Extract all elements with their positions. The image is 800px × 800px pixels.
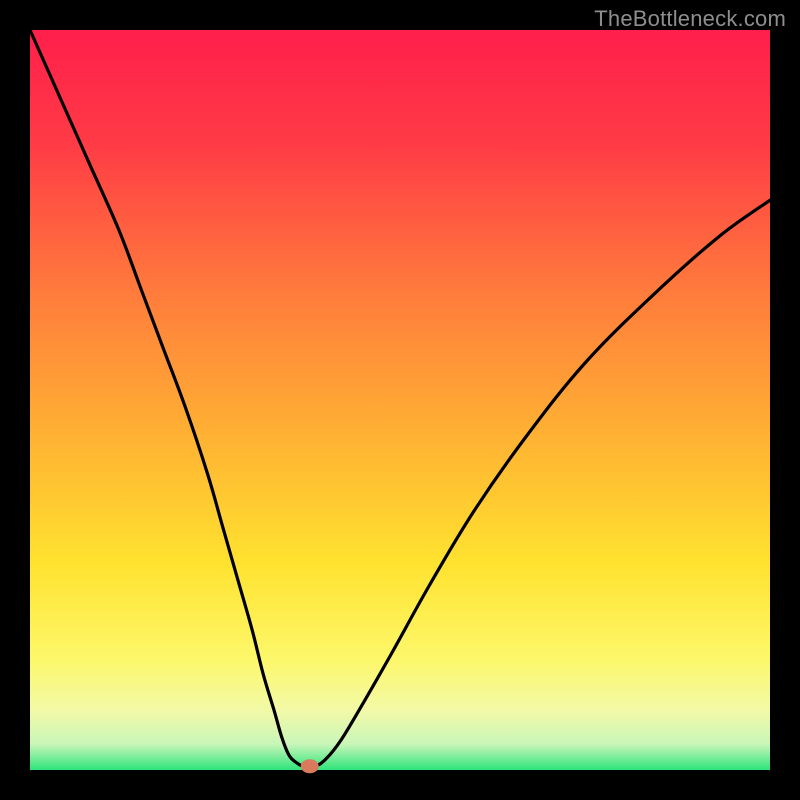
- watermark-text: TheBottleneck.com: [594, 6, 786, 32]
- bottleneck-chart: [0, 0, 800, 800]
- chart-container: { "watermark": "TheBottleneck.com", "cha…: [0, 0, 800, 800]
- plot-background: [30, 30, 770, 770]
- minimum-marker: [301, 759, 319, 773]
